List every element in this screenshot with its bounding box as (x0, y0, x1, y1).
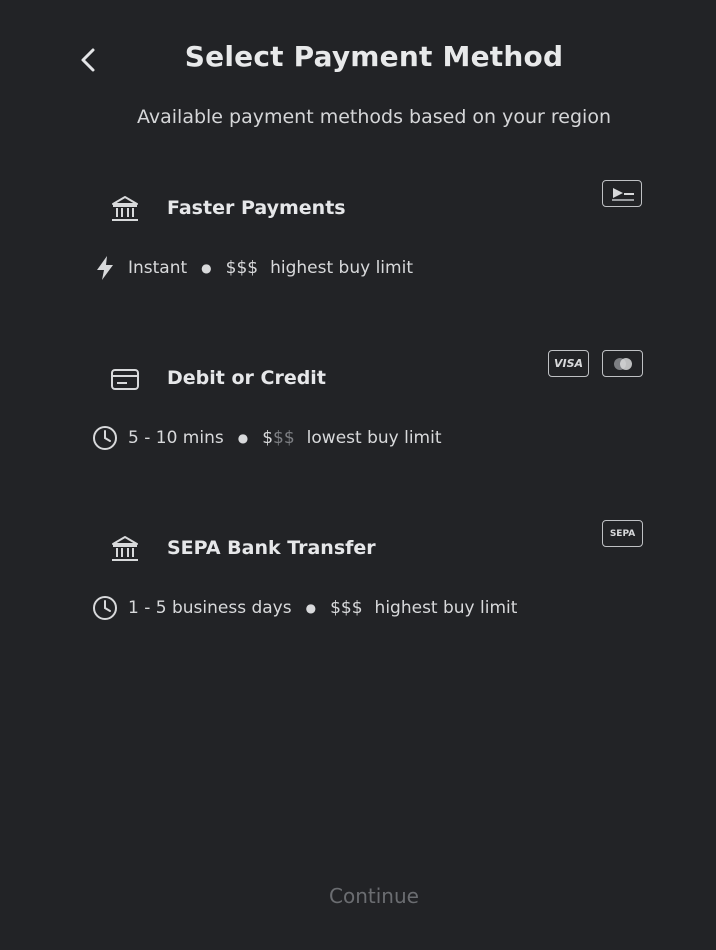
faster-payments-logo (602, 180, 642, 207)
mastercard-logo (602, 350, 643, 377)
method-name: Faster Payments (167, 197, 346, 219)
payment-method-sepa[interactable]: SEPA Bank Transfer SEPA 1 - 5 business d… (90, 510, 646, 650)
lightning-icon (92, 255, 118, 281)
page-subtitle: Available payment methods based on your … (137, 106, 611, 128)
method-time: 5 - 10 mins (128, 428, 224, 448)
bank-icon (112, 536, 138, 561)
clock-icon (92, 425, 118, 451)
separator-dot: ● (305, 601, 317, 615)
method-details: Instant ● $$$ highest buy limit (92, 255, 413, 281)
method-time: 1 - 5 business days (128, 598, 292, 618)
visa-logo: VISA (548, 350, 589, 377)
separator-dot: ● (237, 431, 249, 445)
payment-method-faster-payments[interactable]: Faster Payments Instant ● $$$ highest bu… (90, 170, 646, 310)
method-name: Debit or Credit (167, 367, 326, 389)
method-details: 5 - 10 mins ● $$$ lowest buy limit (92, 425, 442, 451)
method-limit: lowest buy limit (306, 428, 442, 448)
method-name: SEPA Bank Transfer (167, 537, 376, 559)
page-title: Select Payment Method (184, 40, 564, 73)
method-details: 1 - 5 business days ● $$$ highest buy li… (92, 595, 517, 621)
method-limit: highest buy limit (270, 258, 413, 278)
bank-icon (112, 196, 138, 221)
price-indicator: $$$ (262, 428, 295, 448)
price-indicator: $$$ (225, 258, 259, 278)
method-time: Instant (128, 258, 188, 278)
credit-card-icon (111, 369, 139, 390)
payment-method-debit-credit[interactable]: Debit or Credit VISA 5 - 10 mins ● $$$ l… (90, 340, 646, 480)
clock-icon (92, 595, 118, 621)
price-indicator: $$$ (330, 598, 363, 618)
sepa-logo: SEPA (602, 520, 643, 547)
continue-button[interactable]: Continue (0, 884, 716, 908)
separator-dot: ● (201, 261, 212, 275)
method-limit: highest buy limit (374, 598, 518, 618)
